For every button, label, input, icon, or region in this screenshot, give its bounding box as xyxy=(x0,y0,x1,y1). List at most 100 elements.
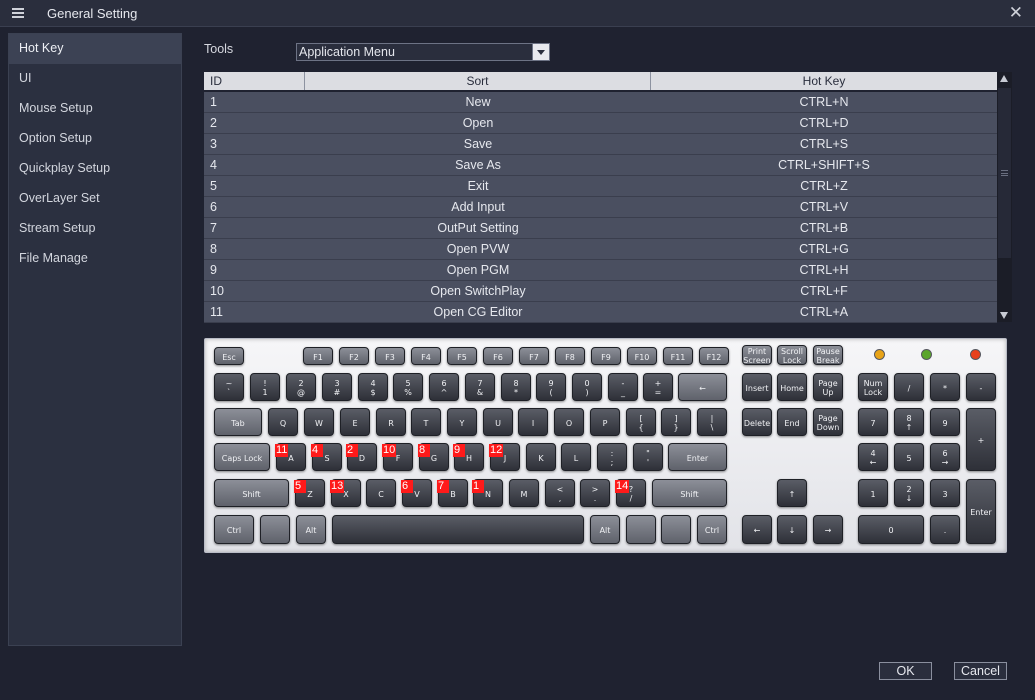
key-pgup[interactable]: Page Up xyxy=(813,373,843,401)
key-n[interactable]: N xyxy=(473,479,503,507)
key-m[interactable]: M xyxy=(509,479,539,507)
key-lalt[interactable]: Alt xyxy=(296,515,326,544)
table-row[interactable]: 6 Add Input CTRL+V xyxy=(204,197,997,218)
key-end[interactable]: End xyxy=(777,408,807,436)
key-f[interactable]: F xyxy=(383,443,413,471)
key-rbr[interactable]: ] } xyxy=(661,408,691,436)
key-s[interactable]: S xyxy=(312,443,342,471)
table-row[interactable]: 3 Save CTRL+S xyxy=(204,134,997,155)
key-d3[interactable]: 3 # xyxy=(322,373,352,401)
key-k7[interactable]: 7 xyxy=(858,408,888,436)
key-k0[interactable]: 0 xyxy=(858,515,924,544)
key-e[interactable]: E xyxy=(340,408,370,436)
key-d7[interactable]: 7 & xyxy=(465,373,495,401)
key-right[interactable]: → xyxy=(813,515,843,544)
key-kdiv[interactable]: / xyxy=(894,373,924,401)
key-w[interactable]: W xyxy=(304,408,334,436)
key-f11[interactable]: F11 xyxy=(663,347,693,365)
key-lbr[interactable]: [ { xyxy=(626,408,656,436)
key-f7[interactable]: F7 xyxy=(519,347,549,365)
key-d9[interactable]: 9 ( xyxy=(536,373,566,401)
close-icon[interactable]: ✕ xyxy=(1009,4,1023,22)
key-q[interactable]: Q xyxy=(268,408,298,436)
key-d4[interactable]: 4 $ xyxy=(358,373,388,401)
key-ralt[interactable]: Alt xyxy=(590,515,620,544)
key-g[interactable]: G xyxy=(419,443,449,471)
key-d6[interactable]: 6 ^ xyxy=(429,373,459,401)
key-back[interactable]: ← xyxy=(678,373,727,401)
key-y[interactable]: Y xyxy=(447,408,477,436)
key-z[interactable]: Z xyxy=(295,479,325,507)
key-d5[interactable]: 5 % xyxy=(393,373,423,401)
key-minus[interactable]: - _ xyxy=(608,373,638,401)
key-f4[interactable]: F4 xyxy=(411,347,441,365)
sidebar-item-overlayer-set[interactable]: OverLayer Set xyxy=(9,184,181,214)
sidebar-item-quickplay-setup[interactable]: Quickplay Setup xyxy=(9,154,181,184)
key-del[interactable]: Delete xyxy=(742,408,772,436)
key-slash[interactable]: ? / xyxy=(616,479,646,507)
key-ksub[interactable]: - xyxy=(966,373,996,401)
table-row[interactable]: 1 New CTRL+N xyxy=(204,92,997,113)
key-u[interactable]: U xyxy=(483,408,513,436)
key-d0[interactable]: 0 ) xyxy=(572,373,602,401)
key-k2[interactable]: 2 ↓ xyxy=(894,479,924,507)
key-f5[interactable]: F5 xyxy=(447,347,477,365)
key-left[interactable]: ← xyxy=(742,515,772,544)
key-f10[interactable]: F10 xyxy=(627,347,657,365)
scroll-down-arrow-icon[interactable] xyxy=(1000,312,1008,319)
sidebar-item-stream-setup[interactable]: Stream Setup xyxy=(9,214,181,244)
key-tilde[interactable]: ~ ` xyxy=(214,373,244,401)
sidebar-item-ui[interactable]: UI xyxy=(9,64,181,94)
key-rwin[interactable] xyxy=(626,515,656,544)
key-prtsc[interactable]: Print Screen xyxy=(742,345,772,365)
key-pause[interactable]: Pause Break xyxy=(813,345,843,365)
chevron-down-icon[interactable] xyxy=(532,44,549,60)
key-k6[interactable]: 6 → xyxy=(930,443,960,471)
key-kdot[interactable]: . xyxy=(930,515,960,544)
key-home[interactable]: Home xyxy=(777,373,807,401)
key-bsl[interactable]: | \ xyxy=(697,408,727,436)
column-header-id[interactable]: ID xyxy=(204,72,305,90)
table-row[interactable]: 5 Exit CTRL+Z xyxy=(204,176,997,197)
key-d8[interactable]: 8 * xyxy=(501,373,531,401)
table-row[interactable]: 4 Save As CTRL+SHIFT+S xyxy=(204,155,997,176)
table-row[interactable]: 8 Open PVW CTRL+G xyxy=(204,239,997,260)
key-j[interactable]: J xyxy=(490,443,520,471)
scroll-up-arrow-icon[interactable] xyxy=(1000,75,1008,82)
key-kadd[interactable]: + xyxy=(966,408,996,471)
key-d[interactable]: D xyxy=(347,443,377,471)
scrollbar-thumb[interactable] xyxy=(998,88,1011,258)
table-row[interactable]: 2 Open CTRL+D xyxy=(204,113,997,134)
key-period[interactable]: > . xyxy=(580,479,610,507)
key-a[interactable]: A xyxy=(276,443,306,471)
key-h[interactable]: H xyxy=(454,443,484,471)
table-row[interactable]: 11 Open CG Editor CTRL+A xyxy=(204,302,997,323)
key-k3[interactable]: 3 xyxy=(930,479,960,507)
key-k9[interactable]: 9 xyxy=(930,408,960,436)
key-k1[interactable]: 1 xyxy=(858,479,888,507)
key-scrlk[interactable]: Scroll Lock xyxy=(777,345,807,365)
key-rctrl[interactable]: Ctrl xyxy=(697,515,727,544)
key-x[interactable]: X xyxy=(331,479,361,507)
key-p[interactable]: P xyxy=(590,408,620,436)
column-header-sort[interactable]: Sort xyxy=(305,72,651,90)
key-up[interactable]: ↑ xyxy=(777,479,807,507)
key-k5[interactable]: 5 xyxy=(894,443,924,471)
key-f9[interactable]: F9 xyxy=(591,347,621,365)
sidebar-item-hot-key[interactable]: Hot Key xyxy=(9,34,181,64)
key-d2[interactable]: 2 @ xyxy=(286,373,316,401)
key-kent[interactable]: Enter xyxy=(966,479,996,544)
key-down[interactable]: ↓ xyxy=(777,515,807,544)
key-pgdn[interactable]: Page Down xyxy=(813,408,843,436)
key-enter[interactable]: Enter xyxy=(668,443,727,471)
key-ins[interactable]: Insert xyxy=(742,373,772,401)
key-tab[interactable]: Tab xyxy=(214,408,262,436)
sidebar-item-file-manage[interactable]: File Manage xyxy=(9,244,181,274)
cancel-button[interactable]: Cancel xyxy=(954,662,1007,680)
key-k[interactable]: K xyxy=(526,443,556,471)
table-row[interactable]: 10 Open SwitchPlay CTRL+F xyxy=(204,281,997,302)
key-l[interactable]: L xyxy=(561,443,591,471)
key-k4[interactable]: 4 ← xyxy=(858,443,888,471)
key-o[interactable]: O xyxy=(554,408,584,436)
key-menu[interactable] xyxy=(661,515,691,544)
